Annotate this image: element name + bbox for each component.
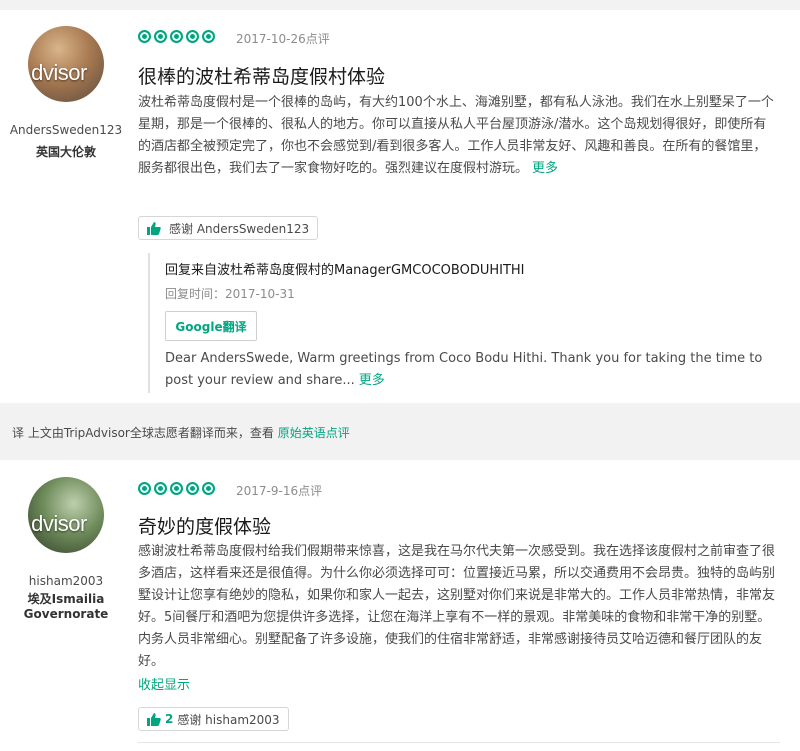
review-title[interactable]: 很棒的波杜希蒂岛度假村体验	[138, 62, 385, 89]
bubble-rating-icon	[138, 30, 215, 43]
reply-divider	[148, 253, 150, 393]
reply-date: 回复时间：2017-10-31	[165, 287, 295, 301]
thank-button[interactable]: 感谢 AndersSweden123	[138, 216, 319, 240]
rating-bubble	[186, 482, 199, 495]
thank-button[interactable]: 2 感谢 hisham2003	[138, 707, 289, 731]
avatar-watermark: dvisor	[31, 511, 87, 536]
review-title[interactable]: 奇妙的度假体验	[138, 512, 271, 539]
review-card: dvisor AndersSweden123 英国大伦敦 2017-10-26点…	[0, 10, 800, 403]
top-strip	[0, 0, 800, 10]
reply-text: Dear AndersSwede, Warm greetings from Co…	[165, 351, 763, 388]
review-date: 2017-10-26点评	[236, 32, 330, 46]
rating-bubble	[186, 30, 199, 43]
rating-bubble	[138, 30, 151, 43]
collapse-link[interactable]: 收起显示	[138, 674, 190, 693]
original-review-link[interactable]: 原始英语点评	[278, 426, 350, 440]
thumbs-up-icon	[147, 221, 161, 235]
rating-bubble	[138, 482, 151, 495]
rating-bubble	[154, 30, 167, 43]
translation-notice: 译 上文由TripAdvisor全球志愿者翻译而来，查看 原始英语点评	[0, 403, 800, 460]
reviewer-username[interactable]: AndersSweden123	[6, 123, 126, 137]
rating-bubble	[170, 482, 183, 495]
avatar[interactable]: dvisor	[28, 26, 104, 102]
rating-bubble	[202, 482, 215, 495]
reviewer-username[interactable]: hisham2003	[6, 574, 126, 588]
rating-bubble	[170, 30, 183, 43]
review-card: dvisor hisham2003 埃及Ismailia Governorate…	[0, 460, 800, 751]
bubble-rating-icon	[138, 482, 215, 495]
review-text: 感谢波杜希蒂岛度假村给我们假期带来惊喜，这是我在马尔代夫第一次感受到。我在选择该…	[138, 544, 776, 669]
reply-more-link[interactable]: 更多	[359, 373, 385, 388]
translation-prefix: 译 上文由TripAdvisor全球志愿者翻译而来，查看	[12, 426, 274, 440]
thank-label: 感谢 hisham2003	[177, 712, 280, 727]
google-translate-button[interactable]: Google翻译	[165, 311, 257, 341]
review-text: 波杜希蒂岛度假村是一个很棒的岛屿，有大约100个水上、海滩别墅，都有私人泳池。我…	[138, 95, 774, 176]
translation-text: 译 上文由TripAdvisor全球志愿者翻译而来，查看 原始英语点评	[12, 424, 350, 441]
reply-header: 回复来自波杜希蒂岛度假村的ManagerGMCOCOBODUHITHI	[165, 263, 525, 278]
divider	[138, 742, 780, 743]
rating-bubble	[154, 482, 167, 495]
reply-body: Dear AndersSwede, Warm greetings from Co…	[165, 348, 785, 392]
thumbs-up-icon	[147, 712, 161, 726]
avatar[interactable]: dvisor	[28, 477, 104, 553]
reviewer-location: 英国大伦敦	[35, 145, 96, 159]
rating-bubble	[202, 30, 215, 43]
reviewer-location: 埃及Ismailia Governorate	[23, 592, 109, 621]
review-body: 波杜希蒂岛度假村是一个很棒的岛屿，有大约100个水上、海滩别墅，都有私人泳池。我…	[138, 92, 778, 180]
more-link[interactable]: 更多	[532, 161, 558, 176]
thank-count: 2	[165, 712, 174, 726]
review-date: 2017-9-16点评	[236, 484, 323, 498]
review-body: 感谢波杜希蒂岛度假村给我们假期带来惊喜，这是我在马尔代夫第一次感受到。我在选择该…	[138, 541, 778, 673]
thank-label: 感谢 AndersSweden123	[169, 221, 310, 236]
avatar-watermark: dvisor	[31, 60, 87, 85]
